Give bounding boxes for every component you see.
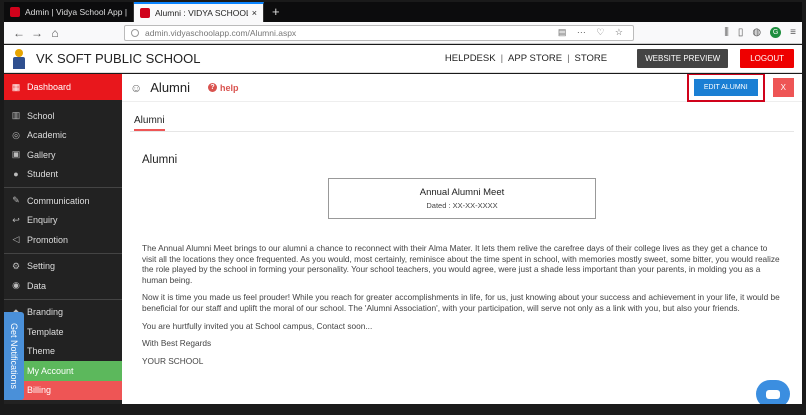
event-name: Annual Alumni Meet bbox=[419, 187, 505, 198]
paragraph: You are hurtfully invited you at School … bbox=[142, 320, 373, 331]
close-tab-icon[interactable]: × bbox=[252, 8, 257, 18]
megaphone-icon: ◁ bbox=[12, 234, 20, 245]
tab-alumni[interactable]: Alumni bbox=[134, 115, 165, 131]
sidebar-item-data[interactable]: ◉ Data bbox=[4, 276, 122, 296]
gear-icon: ⚙ bbox=[11, 260, 21, 271]
sidebar-item-label: Promotion bbox=[27, 234, 69, 245]
help-link[interactable]: ? help bbox=[208, 83, 239, 93]
sidebar-item-label: Branding bbox=[27, 307, 64, 318]
logout-button[interactable]: LOGOUT bbox=[740, 49, 794, 68]
get-notifications-tab[interactable]: Get Notifications bbox=[4, 312, 24, 400]
page-title: Alumni bbox=[150, 80, 191, 95]
address-bar[interactable]: admin.vidyaschoolapp.com/Alumni.aspx ▤ ⋯… bbox=[124, 24, 634, 41]
website-preview-button[interactable]: WEBSITE PREVIEW bbox=[637, 49, 729, 68]
forward-arrow-icon[interactable]: → bbox=[28, 26, 46, 40]
sidebar-item-label: Enquiry bbox=[27, 215, 58, 226]
sidebar-item-setting[interactable]: ⚙ Setting bbox=[4, 257, 122, 277]
sidebar-item-label: Theme bbox=[27, 346, 56, 357]
helpdesk-link[interactable]: HELPDESK bbox=[445, 53, 496, 64]
edit-alumni-highlight: EDIT ALUMNI bbox=[686, 74, 765, 102]
browser-tab-admin[interactable]: Admin | Vidya School App | 8 × bbox=[4, 2, 134, 22]
sidebar-item-label: Data bbox=[27, 280, 47, 291]
chat-bubble-icon bbox=[766, 389, 780, 399]
close-button[interactable]: X bbox=[772, 78, 794, 97]
tab-strip: Alumni bbox=[122, 102, 802, 131]
sidebar-item-label: Template bbox=[27, 326, 64, 337]
sidebar-item-label: Dashboard bbox=[27, 82, 72, 92]
building-icon: ▥ bbox=[11, 110, 21, 121]
sidebar-divider bbox=[4, 298, 122, 300]
pencil-icon: ✎ bbox=[12, 195, 20, 206]
tab-title: Alumni : VIDYA SCHOOL APP bbox=[155, 8, 248, 18]
paragraph: YOUR SCHOOL bbox=[142, 355, 204, 366]
sidebar-item-gallery[interactable]: ▣ Gallery bbox=[4, 145, 122, 165]
help-label: help bbox=[220, 82, 239, 93]
app-store-link[interactable]: APP STORE bbox=[508, 53, 562, 64]
browser-tab-bar: Admin | Vidya School App | 8 × Alumni : … bbox=[4, 2, 802, 22]
globe-icon: ◎ bbox=[12, 129, 20, 140]
edit-alumni-button[interactable]: EDIT ALUMNI bbox=[693, 79, 758, 96]
reply-icon: ↩ bbox=[12, 214, 20, 225]
sidebar-divider bbox=[4, 187, 122, 188]
vidya-favicon-icon bbox=[10, 7, 20, 17]
school-name: VK SOFT PUBLIC SCHOOL bbox=[36, 51, 201, 66]
school-logo-icon bbox=[12, 48, 26, 69]
url-text: admin.vidyaschoolapp.com/Alumni.aspx bbox=[145, 27, 297, 38]
store-link[interactable]: STORE bbox=[575, 53, 608, 64]
database-icon: ◉ bbox=[12, 280, 20, 291]
info-icon[interactable] bbox=[131, 28, 139, 37]
sidebar-item-label: Communication bbox=[27, 195, 90, 206]
site-header: VK SOFT PUBLIC SCHOOL HELPDESK | APP STO… bbox=[4, 45, 802, 73]
bottom-strip bbox=[122, 404, 802, 415]
sidebar-item-promotion[interactable]: ◁ Promotion bbox=[4, 230, 122, 250]
paragraph: With Best Regards bbox=[142, 338, 212, 349]
sidebar-item-label: My Account bbox=[27, 365, 74, 376]
page-title-bar: ☺ Alumni ? help EDIT ALUMNI X bbox=[122, 74, 802, 102]
back-arrow-icon[interactable]: ← bbox=[10, 26, 28, 40]
paragraph: Now it is time you made us feel prouder!… bbox=[142, 292, 780, 313]
sidebar-item-academic[interactable]: ◎ Academic bbox=[4, 126, 122, 146]
library-icon[interactable]: ⫼ bbox=[724, 27, 729, 38]
event-date: Dated : XX-XX-XXXX bbox=[426, 201, 498, 210]
sidebar-item-label: Student bbox=[27, 169, 59, 180]
vidya-favicon-icon bbox=[140, 8, 150, 18]
user-icon: ● bbox=[13, 169, 19, 180]
browser-toolbar-right: ⫼ ▯ ◍ G ≡ bbox=[724, 27, 796, 38]
tab-title: Admin | Vidya School App | 8 × bbox=[25, 7, 127, 17]
sidebar-item-enquiry[interactable]: ↩ Enquiry bbox=[4, 211, 122, 231]
page-actions-icon[interactable]: ▤ ⋯ ♡ ☆ bbox=[558, 27, 627, 38]
browser-nav-bar: ← → ⌂ admin.vidyaschoolapp.com/Alumni.as… bbox=[4, 22, 802, 44]
sidebar-item-label: Academic bbox=[27, 130, 67, 141]
alumni-preview: Alumni Annual Alumni Meet Dated : XX-XX-… bbox=[122, 132, 802, 366]
hamburger-menu-icon[interactable]: ≡ bbox=[790, 27, 796, 38]
sidebar-item-student[interactable]: ● Student bbox=[4, 165, 122, 185]
image-icon: ▣ bbox=[11, 149, 21, 160]
home-icon[interactable]: ⌂ bbox=[46, 26, 64, 40]
sidebar-item-label: School bbox=[27, 110, 55, 121]
extension-icon[interactable]: ◍ bbox=[752, 27, 761, 38]
top-links: HELPDESK | APP STORE | STORE WEBSITE PRE… bbox=[445, 49, 794, 68]
grammarly-icon[interactable]: G bbox=[770, 27, 782, 38]
paragraph: The Annual Alumni Meet brings to our alu… bbox=[142, 243, 780, 285]
sidebar-item-label: Gallery bbox=[27, 149, 56, 160]
sidebar-divider bbox=[4, 252, 122, 254]
grid-icon: ▦ bbox=[11, 81, 21, 92]
browser-tab-alumni[interactable]: Alumni : VIDYA SCHOOL APP × bbox=[134, 2, 264, 22]
sidebar-item-label: Setting bbox=[27, 261, 56, 272]
sidebar-item-label: Billing bbox=[27, 385, 52, 396]
sidebar-item-school[interactable]: ▥ School bbox=[4, 106, 122, 126]
new-tab-icon[interactable]: + bbox=[264, 2, 288, 22]
sidebar-item-dashboard[interactable]: ▦ Dashboard bbox=[4, 74, 122, 100]
section-title: Alumni bbox=[142, 154, 178, 166]
users-icon: ☺ bbox=[130, 80, 143, 95]
sidebar-toggle-icon[interactable]: ▯ bbox=[738, 27, 744, 38]
main-content: ☺ Alumni ? help EDIT ALUMNI X Alumni Alu… bbox=[122, 74, 802, 404]
event-box: Annual Alumni Meet Dated : XX-XX-XXXX bbox=[328, 178, 596, 219]
question-icon: ? bbox=[208, 83, 218, 92]
sidebar-item-communication[interactable]: ✎ Communication bbox=[4, 191, 122, 211]
